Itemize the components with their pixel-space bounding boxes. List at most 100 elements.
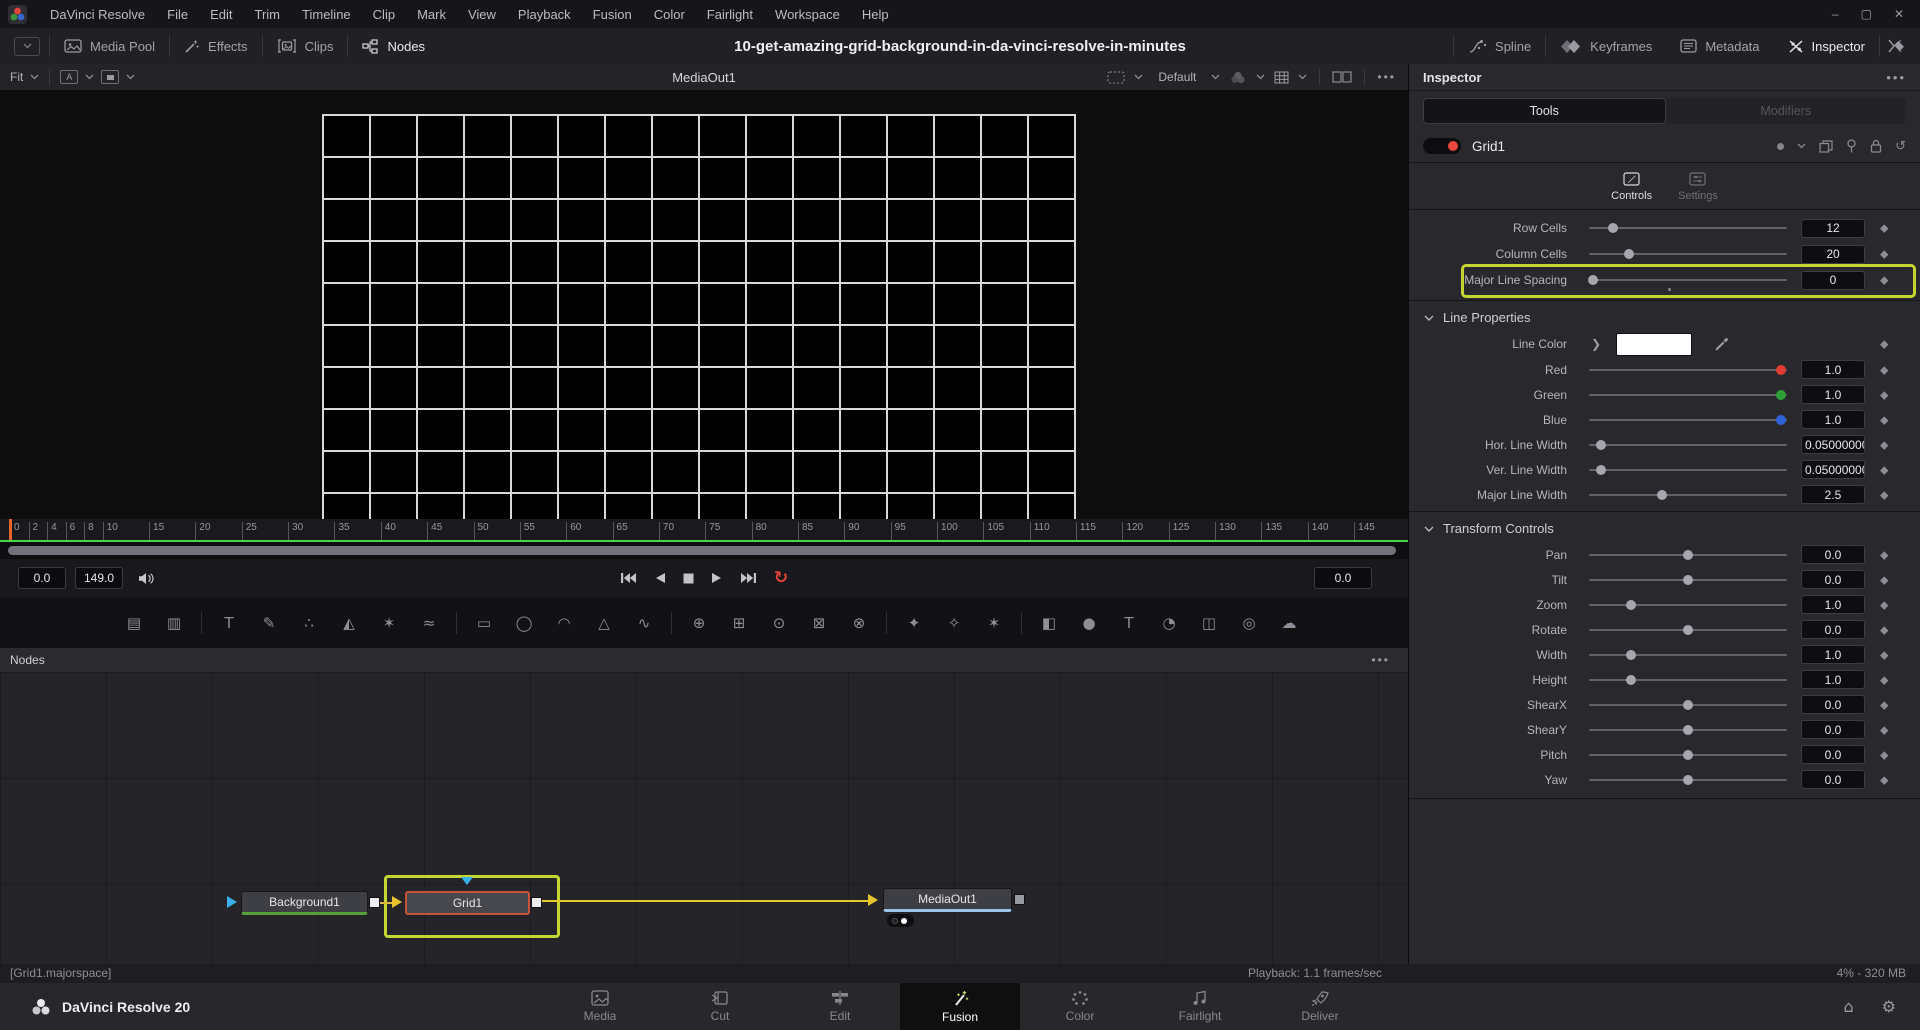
- menu-mark[interactable]: Mark: [406, 7, 457, 22]
- tool-fast-noise-icon[interactable]: ∴: [289, 614, 329, 632]
- keyframe-diamond-icon[interactable]: ◆: [1880, 623, 1888, 636]
- menu-timeline[interactable]: Timeline: [291, 7, 362, 22]
- line-properties-header[interactable]: Line Properties: [1409, 301, 1920, 331]
- tool-text-3d-icon[interactable]: T: [1109, 614, 1149, 632]
- tool-delta-keyer-icon[interactable]: ✦: [894, 614, 934, 632]
- chevron-down-icon[interactable]: [1298, 74, 1307, 80]
- tool-text-plus-icon[interactable]: T: [209, 614, 249, 632]
- value-field-rotate[interactable]: 0.0: [1801, 620, 1865, 639]
- keyframe-diamond-icon[interactable]: ◆: [1880, 573, 1888, 586]
- grid1-input-triangle-icon[interactable]: [392, 896, 402, 908]
- slider-track-zoom[interactable]: [1589, 604, 1787, 606]
- keyframe-diamond-icon[interactable]: ◆: [1880, 222, 1888, 235]
- value-field-height[interactable]: 1.0: [1801, 670, 1865, 689]
- slider-track-major-line-spacing[interactable]: [1589, 279, 1787, 281]
- stop-button[interactable]: [683, 573, 694, 584]
- slider-track-sheary[interactable]: [1589, 729, 1787, 731]
- keyframes-button[interactable]: Keyframes: [1546, 39, 1666, 54]
- tool-paint-icon[interactable]: ✎: [249, 614, 289, 632]
- node-grid1[interactable]: Grid1: [405, 891, 530, 915]
- channels-icon[interactable]: [1229, 70, 1247, 85]
- menu-playback[interactable]: Playback: [507, 7, 582, 22]
- tool-merge-3d-icon[interactable]: ◫: [1189, 614, 1229, 632]
- tool-media-in-icon[interactable]: ▤: [114, 614, 154, 632]
- keyframe-diamond-icon[interactable]: ◆: [1880, 673, 1888, 686]
- node-mediaout1[interactable]: MediaOut1: [883, 888, 1012, 912]
- value-field-width[interactable]: 1.0: [1801, 645, 1865, 664]
- slider-knob[interactable]: [1683, 575, 1693, 585]
- slider-knob[interactable]: [1776, 390, 1786, 400]
- minimize-button[interactable]: –: [1832, 7, 1839, 21]
- go-to-end-button[interactable]: [740, 572, 757, 584]
- slider-knob[interactable]: [1626, 600, 1636, 610]
- tool-polygon-mask-icon[interactable]: △: [584, 614, 624, 632]
- keyframe-diamond-icon[interactable]: ◆: [1880, 413, 1888, 426]
- tab-tools[interactable]: Tools: [1423, 98, 1666, 124]
- keyframe-diamond-icon[interactable]: ◆: [1880, 274, 1888, 287]
- keyframe-diamond-icon[interactable]: ◆: [1880, 438, 1888, 451]
- background1-output-square[interactable]: [369, 897, 380, 908]
- subtab-settings[interactable]: Settings: [1678, 172, 1718, 202]
- gear-icon[interactable]: ⚙: [1882, 997, 1896, 1016]
- subtab-controls[interactable]: Controls: [1611, 172, 1652, 202]
- media-pool-button[interactable]: Media Pool: [50, 39, 169, 54]
- slider-track-major-line-width[interactable]: [1589, 494, 1787, 496]
- connection-grid1-mediaout1[interactable]: [540, 900, 870, 902]
- play-button[interactable]: [711, 572, 723, 584]
- inspector-options-button[interactable]: •••: [1886, 70, 1906, 85]
- value-field-pitch[interactable]: 0.0: [1801, 745, 1865, 764]
- close-button[interactable]: ✕: [1894, 7, 1904, 21]
- page-tab-color[interactable]: Color: [1020, 983, 1140, 1030]
- slider-knob[interactable]: [1624, 249, 1634, 259]
- value-field-major-line-width[interactable]: 2.5: [1801, 485, 1865, 504]
- spline-button[interactable]: Spline: [1454, 39, 1545, 54]
- panel-layout-button[interactable]: [1880, 39, 1910, 53]
- tool-background-icon[interactable]: ◭: [329, 614, 369, 632]
- slider-knob[interactable]: [1588, 275, 1598, 285]
- tool-image-plane-3d-icon[interactable]: ◧: [1029, 614, 1069, 632]
- loop-button[interactable]: ↻: [774, 570, 788, 587]
- keyframe-diamond-icon[interactable]: ◆: [1880, 388, 1888, 401]
- node-graph[interactable]: Background1 Grid1 MediaOut1: [0, 672, 1408, 964]
- slider-track-width[interactable]: [1589, 654, 1787, 656]
- tool-bender-3d-icon[interactable]: ◔: [1149, 614, 1189, 632]
- slider-track-yaw[interactable]: [1589, 779, 1787, 781]
- slider-knob[interactable]: [1776, 415, 1786, 425]
- value-field-shearx[interactable]: 0.0: [1801, 695, 1865, 714]
- keyframe-diamond-icon[interactable]: ◆: [1880, 748, 1888, 761]
- timeline-ruler[interactable]: 0246810152025303540455055606570758085909…: [0, 519, 1408, 540]
- eyedropper-icon[interactable]: [1714, 337, 1729, 352]
- chevron-down-icon[interactable]: [1256, 74, 1265, 80]
- go-to-start-button[interactable]: [620, 572, 637, 584]
- value-field-blue[interactable]: 1.0: [1801, 410, 1865, 429]
- tool-grid-warp-icon[interactable]: ✶: [974, 614, 1014, 632]
- tool-matte-control-icon[interactable]: ⊞: [719, 614, 759, 632]
- tool-merge-icon[interactable]: ⊕: [679, 614, 719, 632]
- menu-trim[interactable]: Trim: [244, 7, 292, 22]
- tool-transform-icon[interactable]: ⊠: [799, 614, 839, 632]
- page-tab-deliver[interactable]: Deliver: [1260, 983, 1380, 1030]
- nodes-button[interactable]: Nodes: [348, 39, 439, 54]
- reset-icon[interactable]: ↺: [1895, 139, 1906, 154]
- keyframe-diamond-icon[interactable]: ◆: [1880, 488, 1888, 501]
- chevron-down-icon[interactable]: [1211, 74, 1220, 80]
- metadata-button[interactable]: Metadata: [1666, 39, 1773, 54]
- tool-rectangle-mask-icon[interactable]: ▭: [464, 614, 504, 632]
- slider-track-pitch[interactable]: [1589, 754, 1787, 756]
- keyframe-diamond-icon[interactable]: ◆: [1880, 248, 1888, 261]
- page-tab-fusion[interactable]: Fusion: [900, 983, 1020, 1030]
- menu-clip[interactable]: Clip: [362, 7, 406, 22]
- tool-shape-3d-icon[interactable]: ●: [1069, 614, 1109, 632]
- current-frame-field[interactable]: 0.0: [1314, 567, 1372, 589]
- playhead[interactable]: [9, 519, 12, 540]
- value-field-red[interactable]: 1.0: [1801, 360, 1865, 379]
- slider-track-red[interactable]: [1589, 369, 1787, 371]
- nodes-options-button[interactable]: •••: [1371, 653, 1408, 667]
- chevron-down-icon[interactable]: [1797, 143, 1806, 149]
- page-tab-edit[interactable]: Edit: [780, 983, 900, 1030]
- slider-knob[interactable]: [1683, 725, 1693, 735]
- value-field-sheary[interactable]: 0.0: [1801, 720, 1865, 739]
- lock-icon[interactable]: [1870, 139, 1882, 153]
- grid-overlay-icon[interactable]: [1274, 71, 1289, 84]
- slider-knob[interactable]: [1626, 650, 1636, 660]
